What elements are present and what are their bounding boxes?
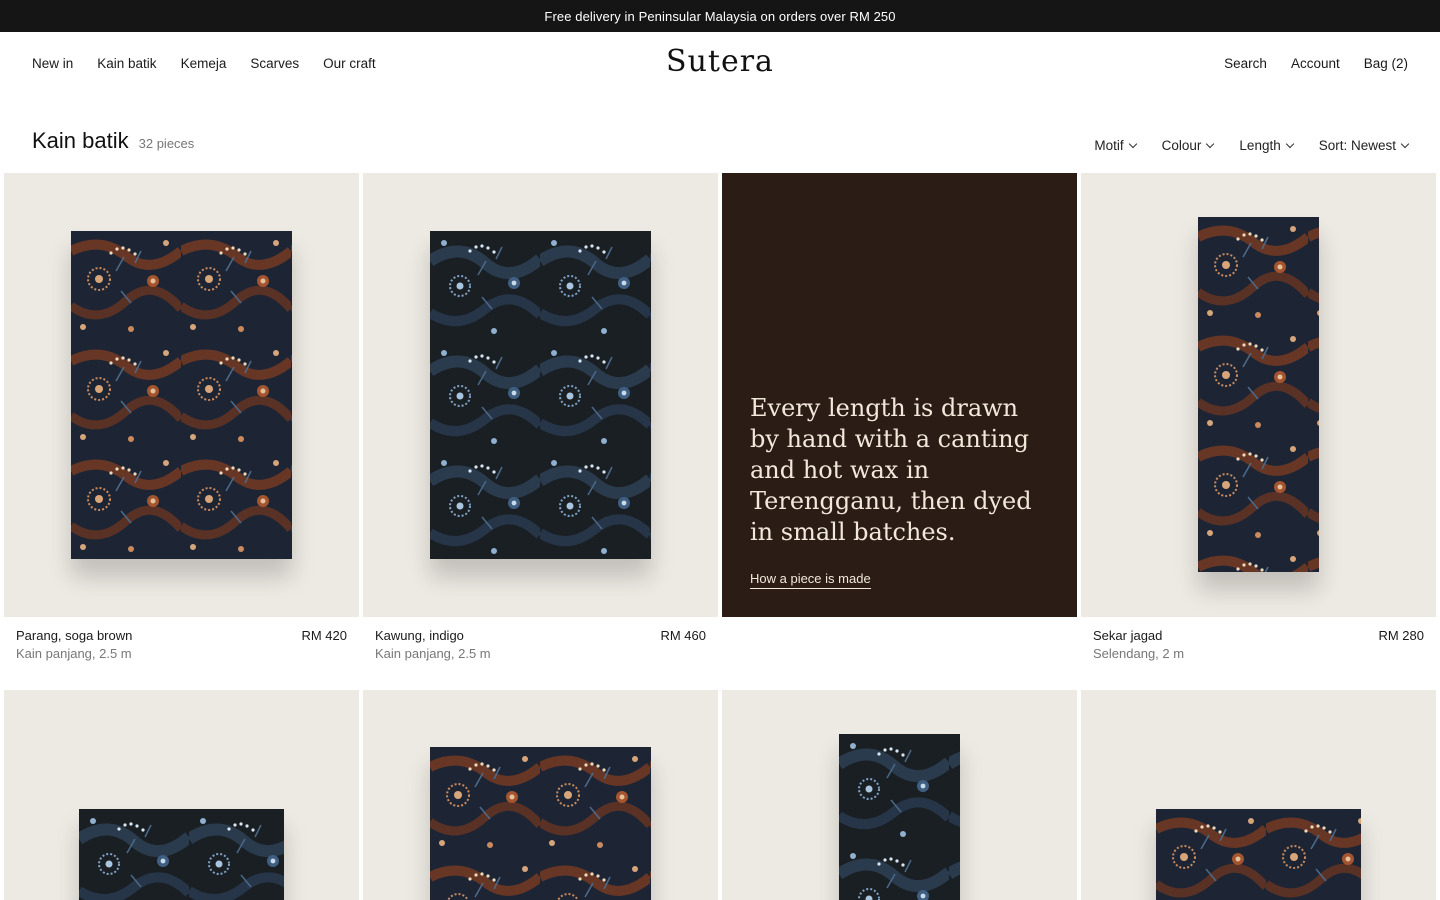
announcement-text: Free delivery in Peninsular Malaysia on …	[544, 8, 896, 24]
product-image-tile[interactable]	[363, 690, 718, 900]
product-image-tile[interactable]	[363, 173, 718, 617]
batik-swatch-image	[1156, 809, 1361, 900]
product-image-tile[interactable]	[1081, 690, 1436, 900]
batik-swatch-image	[71, 231, 292, 559]
filter-motif-label: Motif	[1094, 138, 1124, 153]
product-image-tile[interactable]	[722, 690, 1077, 900]
sort-label: Sort: Newest	[1318, 138, 1396, 153]
batik-swatch-image	[839, 734, 960, 900]
craft-story-link[interactable]: How a piece is made	[750, 571, 871, 589]
bag-link[interactable]: Bag (2)	[1364, 56, 1408, 71]
batik-swatch-image	[430, 231, 651, 559]
product-meta: Kawung, indigo RM 460 Kain panjang, 2.5 …	[375, 628, 706, 661]
page-title: Kain batik	[32, 128, 129, 153]
product-meta: Parang, soga brown RM 420 Kain panjang, …	[16, 628, 347, 661]
product-detail: Kain panjang, 2.5 m	[375, 646, 491, 661]
product-price: RM 420	[301, 628, 347, 643]
account-link[interactable]: Account	[1291, 56, 1340, 71]
filter-motif[interactable]: Motif	[1094, 138, 1137, 153]
chevron-down-icon	[1206, 139, 1215, 148]
batik-swatch-image	[1198, 217, 1319, 572]
product-meta: Sekar jagad RM 280 Selendang, 2 m	[1093, 628, 1424, 661]
chevron-down-icon	[1285, 139, 1294, 148]
product-name[interactable]: Sekar jagad	[1093, 628, 1424, 643]
sort-dropdown[interactable]: Sort: Newest	[1318, 138, 1410, 153]
item-count: 32 pieces	[138, 136, 195, 151]
filter-length[interactable]: Length	[1239, 138, 1294, 153]
filter-colour[interactable]: Colour	[1161, 138, 1215, 153]
filter-bar: Motif Colour Length Sort: Newest	[1094, 138, 1410, 153]
announcement-bar: Free delivery in Peninsular Malaysia on …	[0, 0, 1440, 32]
batik-swatch-image	[430, 747, 651, 900]
chevron-down-icon	[1400, 139, 1410, 148]
product-image-tile[interactable]	[4, 173, 359, 617]
craft-quote: Every length is drawn by hand with a can…	[750, 394, 1032, 546]
filter-length-label: Length	[1239, 138, 1281, 153]
product-detail: Selendang, 2 m	[1093, 646, 1185, 661]
product-name[interactable]: Parang, soga brown	[16, 628, 347, 643]
batik-swatch-image	[79, 809, 284, 900]
product-price: RM 280	[1378, 628, 1424, 643]
collection-header: Kain batik 32 pieces	[32, 128, 194, 154]
search-link[interactable]: Search	[1224, 56, 1267, 71]
product-image-tile[interactable]	[4, 690, 359, 900]
chevron-down-icon	[1128, 139, 1137, 148]
product-name[interactable]: Kawung, indigo	[375, 628, 706, 643]
craft-story-tile: Every length is drawn by hand with a can…	[722, 173, 1077, 617]
product-price: RM 460	[660, 628, 706, 643]
filter-colour-label: Colour	[1161, 138, 1202, 153]
utility-nav: Search Account Bag (2)	[1224, 56, 1408, 71]
product-detail: Kain panjang, 2.5 m	[16, 646, 132, 661]
product-image-tile[interactable]	[1081, 173, 1436, 617]
